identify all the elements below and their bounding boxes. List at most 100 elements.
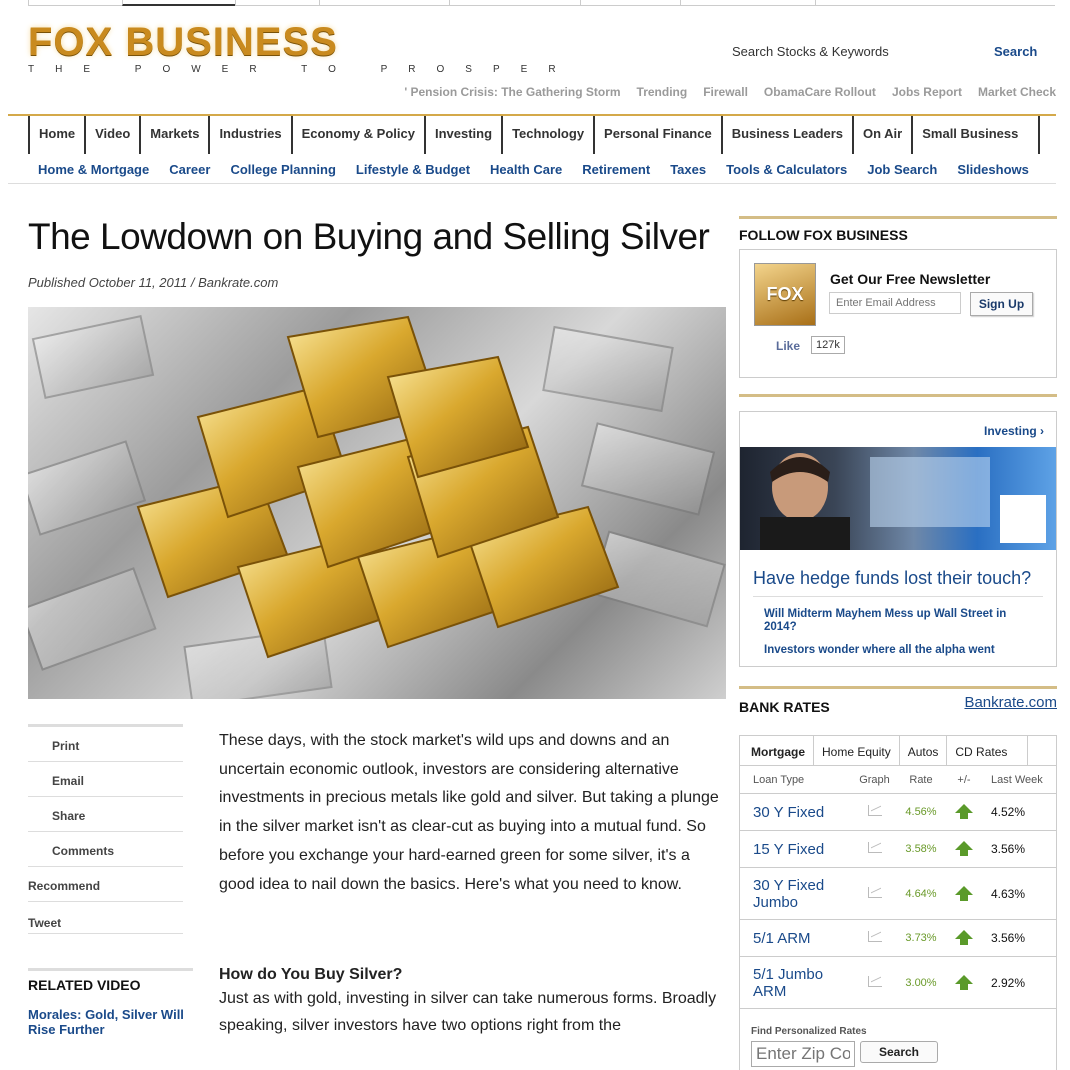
nav-item-home[interactable]: Home [28, 116, 84, 154]
article-subheading: How do You Buy Silver? [219, 966, 403, 984]
rate-value: 3.58% [905, 843, 937, 855]
zip-code-input[interactable] [751, 1041, 855, 1067]
table-row: 5/1 Jumbo ARM 3.00% 2.92% [740, 957, 1056, 1009]
nav-item-technology[interactable]: Technology [501, 116, 593, 154]
chart-icon[interactable] [867, 886, 882, 898]
follow-widget: FOLLOW FOX BUSINESS FOX Get Our Free New… [739, 216, 1057, 378]
subnav-item[interactable]: Career [169, 162, 210, 177]
chart-icon[interactable] [867, 931, 882, 942]
investing-story-link[interactable]: Investors wonder where all the alpha wen… [764, 644, 995, 656]
related-video-link[interactable]: Morales: Gold, Silver Will Rise Further [28, 1007, 193, 1037]
find-rates-label: Find Personalized Rates [751, 1026, 867, 1037]
nav-item-investing[interactable]: Investing [423, 116, 501, 154]
logo-wordmark: FOX BUSINESS [28, 20, 338, 64]
column-header: +/- [957, 773, 971, 786]
arrow-up-icon [955, 930, 973, 945]
trending-link[interactable]: ObamaCare Rollout [764, 85, 876, 99]
fox-business-logo[interactable]: FOX BUSINESS THE POWER TO PROSPER [28, 20, 556, 82]
loan-type-link[interactable]: 30 Y Fixed Jumbo [740, 877, 852, 911]
investing-link[interactable]: Investing › [984, 424, 1044, 438]
nav-item-on-air[interactable]: On Air [851, 116, 911, 154]
subnav-item[interactable]: Home & Mortgage [38, 162, 149, 177]
nav-item-markets[interactable]: Markets [139, 116, 208, 154]
tab-cd-rates[interactable]: CD Rates [947, 736, 1029, 765]
subnav-item[interactable]: College Planning [230, 162, 335, 177]
trader-photo[interactable] [740, 447, 1056, 550]
like-count: 127k [811, 336, 845, 354]
top-tab[interactable] [319, 0, 449, 6]
tweet-button[interactable]: Tweet [28, 902, 183, 934]
subnav-item[interactable]: Slideshows [957, 162, 1029, 177]
top-tab[interactable] [449, 0, 580, 6]
arrow-up-icon [955, 804, 973, 819]
subnav-item[interactable]: Taxes [670, 162, 706, 177]
related-divider [28, 968, 193, 971]
bankrate-logo[interactable]: Bankrate.com [964, 694, 1057, 711]
loan-type-link[interactable]: 5/1 ARM [740, 930, 852, 947]
rate-value: 4.56% [905, 806, 937, 818]
comments-button[interactable]: Comments [28, 832, 183, 867]
nav-item-economy-policy[interactable]: Economy & Policy [290, 116, 424, 154]
rates-search-button[interactable]: Search [860, 1041, 938, 1063]
rates-table: Mortgage Home Equity Autos CD Rates Loan… [739, 735, 1057, 1070]
subnav-item[interactable]: Job Search [867, 162, 937, 177]
table-row: 30 Y Fixed Jumbo 4.64% 4.63% [740, 868, 1056, 920]
column-header: Rate [909, 773, 933, 786]
trending-link[interactable]: Jobs Report [892, 85, 962, 99]
top-tab[interactable] [680, 0, 815, 6]
main-nav: Home Video Markets Industries Economy & … [28, 116, 1041, 154]
nav-item-small-business[interactable]: Small Business [911, 116, 1041, 154]
nav-item-personal-finance[interactable]: Personal Finance [593, 116, 721, 154]
top-tab[interactable] [580, 0, 680, 6]
investing-headline[interactable]: Have hedge funds lost their touch? [753, 568, 1031, 589]
chart-icon[interactable] [867, 805, 882, 816]
loan-type-link[interactable]: 15 Y Fixed [740, 841, 852, 858]
top-tab[interactable] [28, 0, 122, 6]
article-body: These days, with the stock market's wild… [219, 727, 724, 1039]
related-video: RELATED VIDEO Morales: Gold, Silver Will… [28, 968, 193, 1037]
email-button[interactable]: Email [28, 762, 183, 797]
print-button[interactable]: Print [28, 727, 183, 762]
tab-autos[interactable]: Autos [900, 736, 948, 765]
like-button[interactable]: Like [776, 339, 800, 353]
trending-bar: ' Pension Crisis: The Gathering Storm Tr… [404, 85, 1056, 99]
chart-icon[interactable] [867, 842, 882, 853]
table-row: 30 Y Fixed 4.56% 4.52% [740, 794, 1056, 831]
top-tab[interactable] [815, 0, 1055, 6]
tab-mortgage[interactable]: Mortgage [740, 736, 814, 765]
rates-header-row: Loan Type Graph Rate +/- Last Week [740, 766, 1056, 794]
trending-link[interactable]: Market Check [978, 85, 1056, 99]
nav-item-industries[interactable]: Industries [208, 116, 290, 154]
investing-divider [753, 596, 1043, 597]
email-field[interactable] [829, 292, 961, 314]
loan-type-link[interactable]: 5/1 Jumbo ARM [740, 966, 852, 1000]
subnav-item[interactable]: Lifestyle & Budget [356, 162, 470, 177]
search-button[interactable]: Search [994, 44, 1037, 59]
nav-item-video[interactable]: Video [84, 116, 139, 154]
investing-widget: Investing › Have hedge funds lost their … [739, 394, 1057, 667]
tab-home-equity[interactable]: Home Equity [814, 736, 900, 765]
fox-business-square-logo: FOX [754, 263, 816, 326]
trending-link[interactable]: Firewall [703, 85, 748, 99]
trending-label: Trending [636, 85, 688, 99]
top-tab[interactable] [235, 0, 319, 6]
share-button[interactable]: Share [28, 797, 183, 832]
recommend-button[interactable]: Recommend [28, 867, 183, 902]
newsletter-box: FOX Get Our Free Newsletter Sign Up Like… [739, 249, 1057, 378]
subnav-item[interactable]: Health Care [490, 162, 562, 177]
investing-story-link[interactable]: Will Midterm Mayhem Mess up Wall Street … [764, 608, 1024, 634]
article-paragraph: These days, with the stock market's wild… [219, 732, 719, 893]
nav-item-business-leaders[interactable]: Business Leaders [720, 116, 852, 154]
table-row: 15 Y Fixed 3.58% 3.56% [740, 831, 1056, 868]
top-tab[interactable] [122, 0, 235, 6]
search-input[interactable]: Search Stocks & Keywords [732, 44, 889, 59]
subnav-item[interactable]: Tools & Calculators [726, 162, 847, 177]
top-tab-strip [0, 0, 1070, 7]
subnav-divider [8, 183, 1056, 184]
subnav-item[interactable]: Retirement [582, 162, 650, 177]
chart-icon[interactable] [867, 975, 882, 987]
trending-link[interactable]: ' Pension Crisis: The Gathering Storm [404, 85, 620, 99]
sign-up-button[interactable]: Sign Up [970, 292, 1033, 316]
follow-heading: FOLLOW FOX BUSINESS [739, 227, 908, 243]
loan-type-link[interactable]: 30 Y Fixed [740, 804, 852, 821]
